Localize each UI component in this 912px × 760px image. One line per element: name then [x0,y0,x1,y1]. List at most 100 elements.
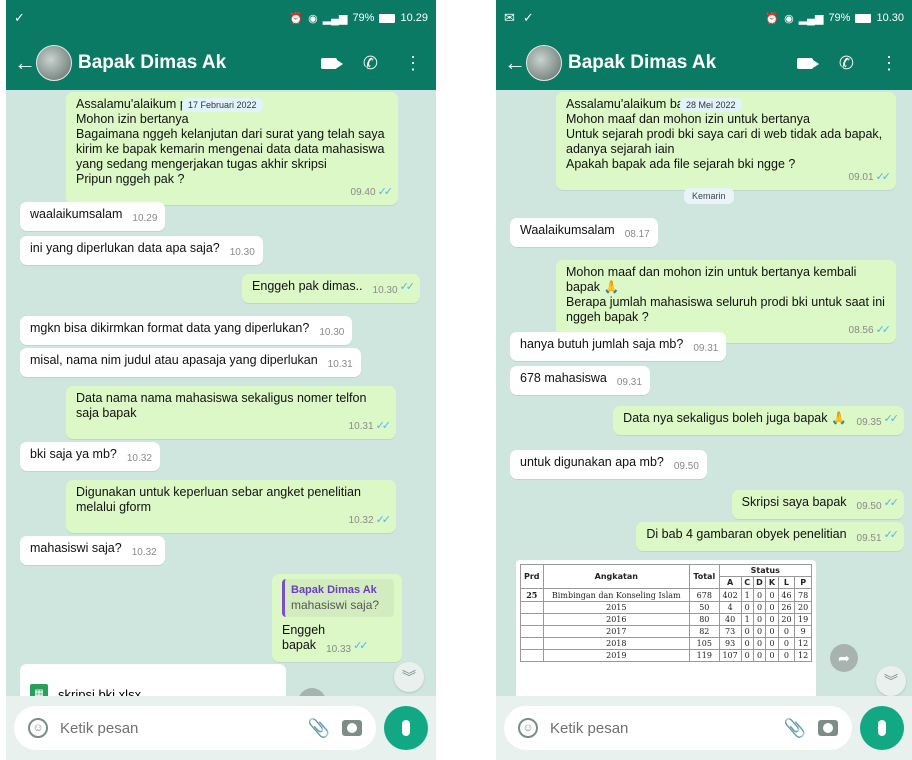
message-time: 09.50 [673,461,699,472]
table-cell: 0 [765,637,779,650]
divider [436,0,496,760]
table-cell: 119 [689,649,720,662]
table-cell: 0 [740,601,754,614]
message-time: 09.35 [856,417,882,428]
contact-name[interactable]: Bapak Dimas Ak [568,52,716,74]
table-cell: 0 [752,588,767,602]
message-bubble[interactable]: Bapak Dimas Ak mahasiswi saja? Enggeh ba… [272,574,402,662]
message-list[interactable]: Assalamu'alaikum pak Mohon izin bertanya… [6,90,436,696]
message-bubble[interactable]: bki saja ya mb? 10.32 [20,442,160,471]
table-cell: 0 [777,625,796,638]
table-row: 25 Bimbingan dan Konseling Islam 678 402… [520,588,812,602]
message-input[interactable]: ☺ Ketik pesan 📎 [504,706,852,750]
table-row: 2017 82 73 0 0 0 0 9 [520,625,812,638]
message-bubble[interactable]: hanya butuh jumlah saja mb? 09.31 [510,332,727,361]
back-arrow-icon[interactable]: ← [14,50,36,76]
emoji-icon[interactable]: ☺ [28,718,48,738]
input-placeholder: Ketik pesan [60,719,139,737]
table-cell: 73 [718,625,742,638]
message-bubble[interactable]: Data nama nama mahasiswa sekaligus nomer… [66,386,396,439]
table-cell: 0 [740,625,754,638]
message-bubble[interactable]: Skripsi saya bapak 09.50 ✓✓ [731,490,904,519]
attach-icon[interactable]: 📎 [784,718,806,739]
table-image[interactable]: Prd Angkatan Total Status A C D K L P 25… [516,560,816,696]
message-bubble[interactable]: 678 mahasiswa 09.31 [510,366,650,395]
message-text: Enggeh pak dimas.. [252,279,363,293]
read-ticks-icon: ✓✓ [375,514,392,526]
table-cell: 0 [777,649,796,662]
message-time: 10.33 [326,644,352,655]
emoji-icon[interactable]: ☺ [518,718,538,738]
message-text: Di bab 4 gambaran obyek penelitian [646,527,847,541]
table-cell: 0 [740,649,754,662]
date-pill: 17 Februari 2022 [182,98,263,112]
table-cell: 0 [765,613,779,626]
mic-icon [402,720,410,736]
phone-call-icon[interactable]: ✆ [363,53,378,74]
forward-icon[interactable]: ➦ [830,644,858,672]
camera-icon[interactable] [818,720,838,736]
message-bubble[interactable]: ini yang diperlukan data apa saja? 10.30 [20,236,263,265]
message-text: Skripsi saya bapak [741,495,847,509]
message-time: 10.31 [327,359,353,370]
message-bubble[interactable]: Digunakan untuk keperluan sebar angket p… [66,480,396,533]
message-time: 09.40 [350,187,376,198]
message-bubble[interactable]: Data nya sekaligus boleh juga bapak 🙏 09.… [613,406,904,435]
message-list[interactable]: Assalamu'alaikum bapak Mohon maaf dan mo… [496,90,912,696]
signal-icon: ▂▄▆ [322,12,348,25]
video-call-icon[interactable] [796,57,819,69]
message-text: Data nya sekaligus boleh juga bapak 🙏 [623,411,847,425]
contact-name[interactable]: Bapak Dimas Ak [78,52,226,74]
read-ticks-icon: ✓✓ [883,529,900,541]
message-bubble[interactable]: mahasiswi saja? 10.32 [20,536,165,565]
table-header: K [765,576,779,589]
video-call-icon[interactable] [320,57,343,69]
message-time: 09.01 [848,172,874,183]
message-input[interactable]: ☺ Ketik pesan 📎 [14,706,376,750]
message-bubble[interactable]: Waalaikumsalam 08.17 [510,218,658,247]
avatar[interactable] [526,45,562,81]
message-bubble[interactable]: waalaikumsalam 10.29 [20,202,166,231]
forward-icon[interactable]: ➦ [298,688,326,696]
more-menu-icon[interactable]: ⋮ [404,53,422,74]
scroll-down-button[interactable]: ︾ [394,662,424,692]
table-cell: Bimbingan dan Konseling Islam [542,588,691,602]
message-text: misal, nama nim judul atau apasaja yang … [30,353,318,367]
mic-button[interactable] [860,706,904,750]
message-time: 10.29 [132,213,158,224]
mail-icon: ✉ [504,10,515,25]
message-text: bki saja ya mb? [30,447,117,461]
phone-call-icon[interactable]: ✆ [839,53,854,74]
message-bubble[interactable]: untuk digunakan apa mb? 09.50 [510,450,707,479]
attach-icon[interactable]: 📎 [308,718,330,739]
table-cell: 107 [718,649,742,662]
message-bubble[interactable]: Enggeh pak dimas.. 10.30 ✓✓ [242,274,420,303]
clock: 10.30 [876,12,904,24]
table-header: D [752,576,767,589]
avatar[interactable] [36,45,72,81]
table-cell: 40 [718,613,742,626]
camera-icon[interactable] [342,720,362,736]
back-arrow-icon[interactable]: ← [504,50,526,76]
message-bubble[interactable]: mgkn bisa dikirmkan format data yang dip… [20,316,353,345]
message-bubble[interactable]: Mohon maaf dan mohon izin untuk bertanya… [556,260,896,343]
message-time: 09.31 [693,343,719,354]
table-cell: 1 [740,588,754,602]
quoted-sender: Bapak Dimas Ak [291,584,377,596]
mic-button[interactable] [384,706,428,750]
chat-screen-right: ✉ ✓ ⏰ ◉ ▂▄▆ 79% 10.30 ← Bapak Dimas Ak ✆ … [496,0,912,760]
message-time: 08.56 [848,325,874,336]
quoted-message[interactable]: Bapak Dimas Ak mahasiswi saja? [282,579,394,617]
more-menu-icon[interactable]: ⋮ [880,53,898,74]
table-cell: 1 [740,613,754,626]
table-cell: 50 [689,601,720,614]
read-ticks-icon: ✓✓ [399,281,416,293]
file-attachment[interactable]: ▦ skripsi bki.xlsx [20,664,286,696]
table-cell: 0 [765,601,779,614]
message-bubble[interactable]: misal, nama nim judul atau apasaja yang … [20,348,361,377]
table-cell: 105 [689,637,720,650]
message-bubble[interactable]: Di bab 4 gambaran obyek penelitian 09.51 ✓… [636,522,904,551]
scroll-down-button[interactable]: ︾ [876,666,906,696]
table-cell: 4 [718,601,742,614]
message-text: ini yang diperlukan data apa saja? [30,241,220,255]
